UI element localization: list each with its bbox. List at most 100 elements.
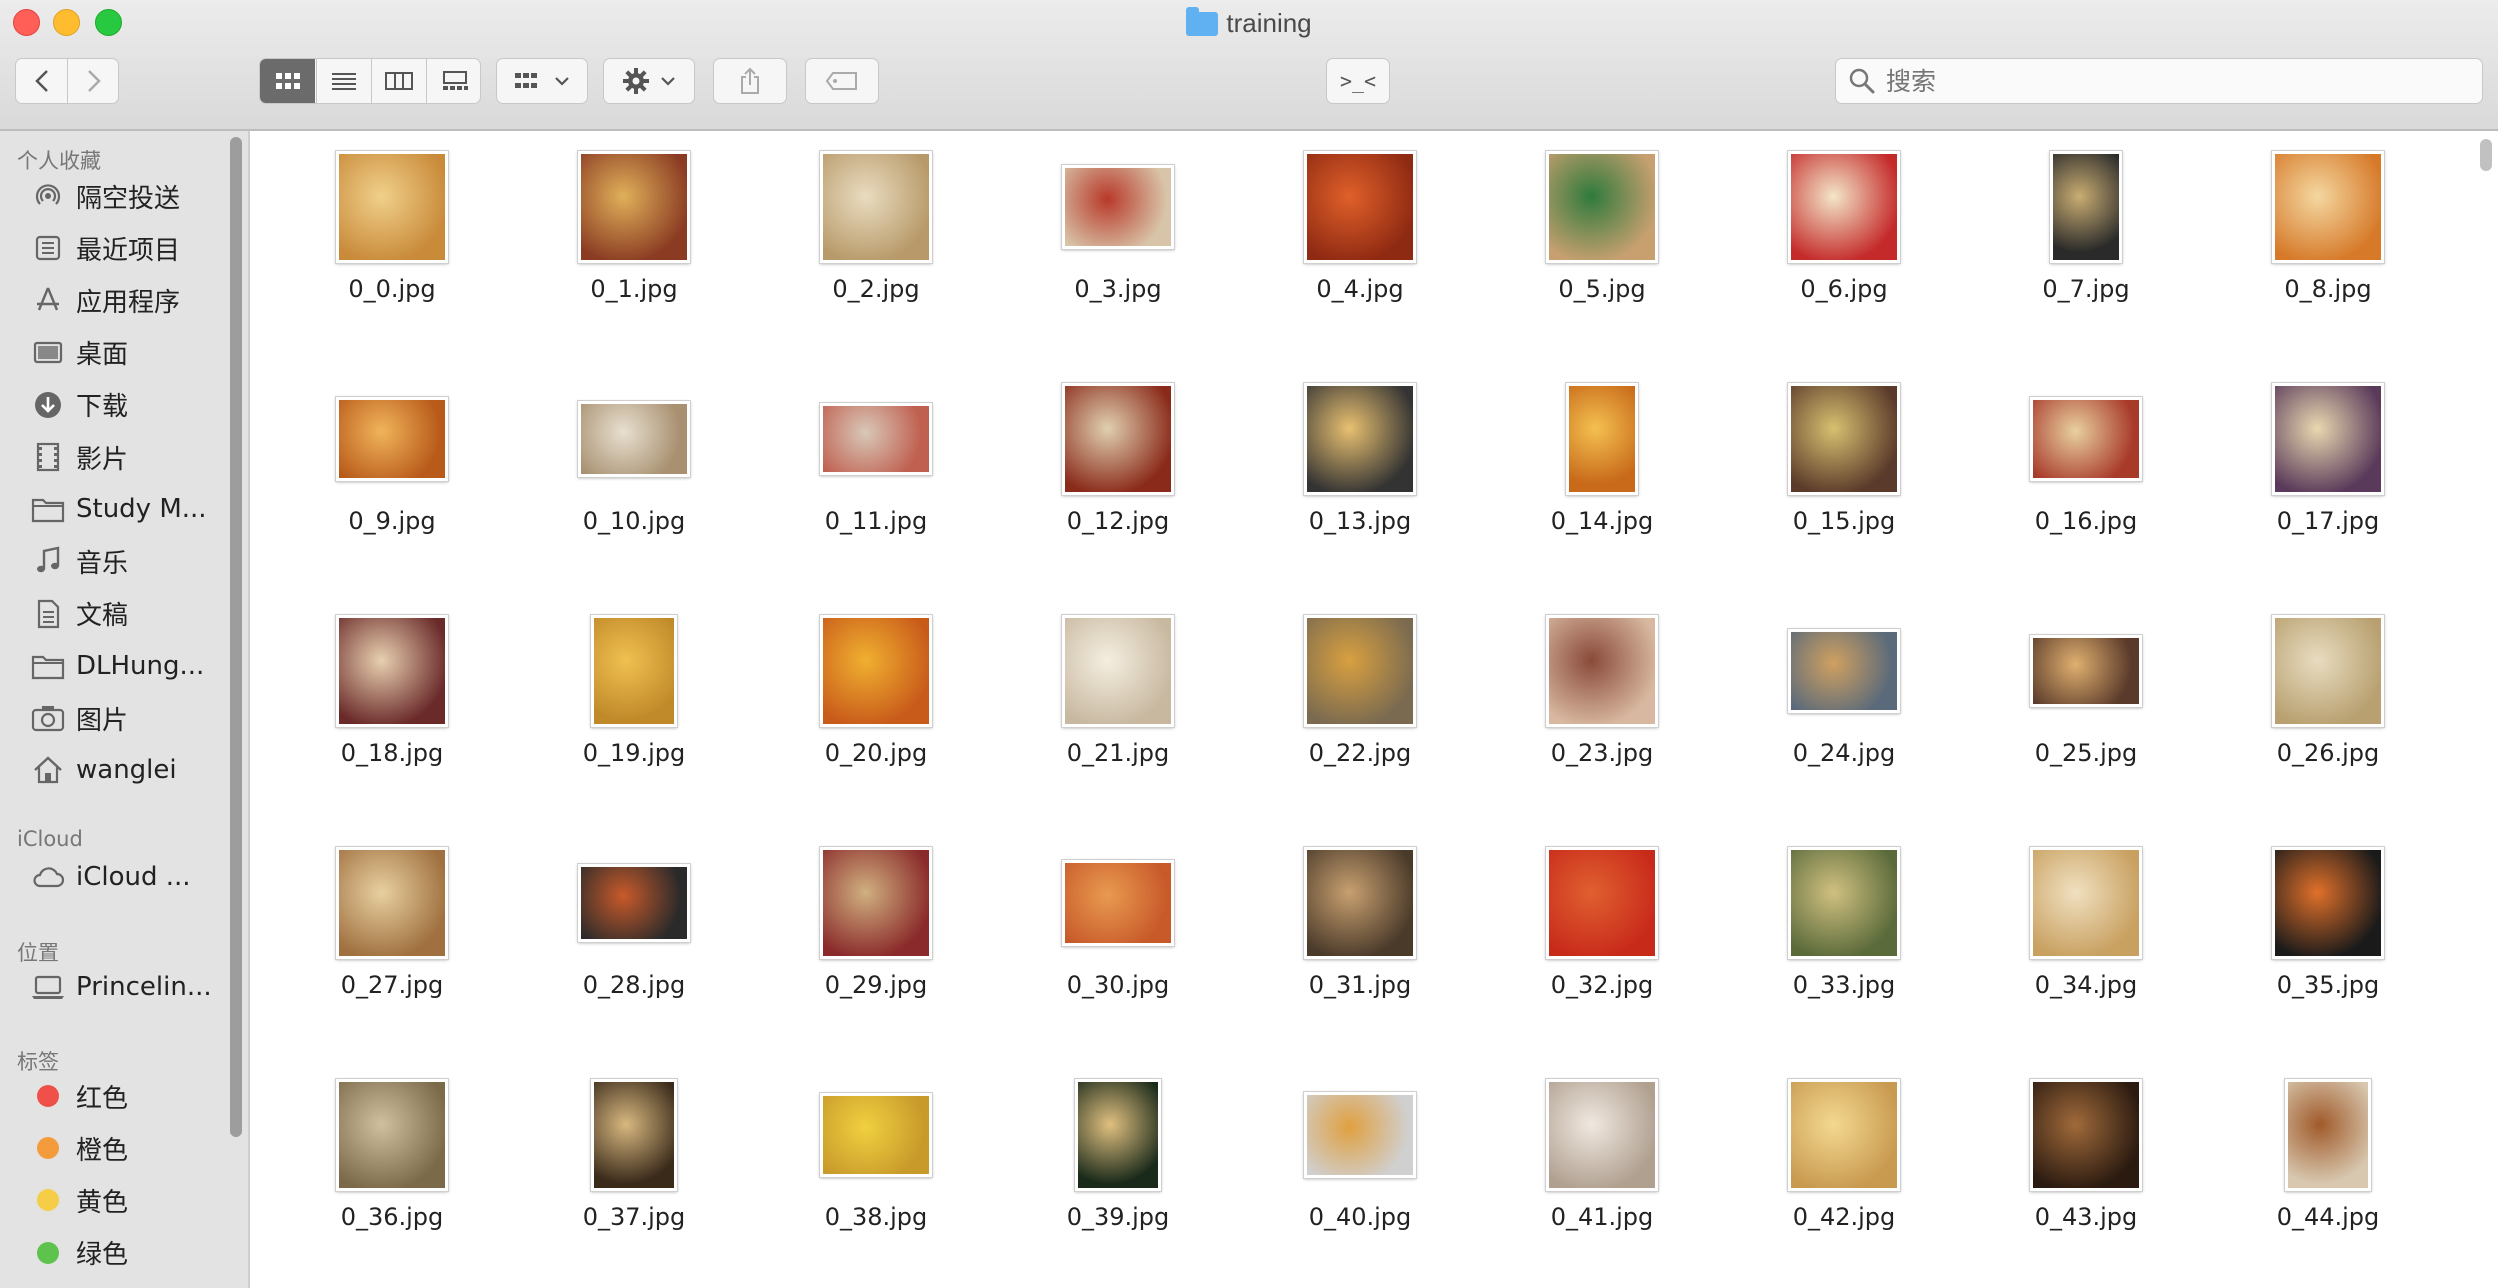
file-item[interactable]: 0_24.jpg [1744,595,1944,795]
file-item[interactable]: 0_25.jpg [1986,595,2186,795]
sidebar-item[interactable]: Princelin... [30,965,230,1009]
sidebar-item[interactable]: 音乐 [30,539,230,583]
list-view-button[interactable] [316,59,371,103]
gallery-icon [442,71,468,90]
column-view-button[interactable] [371,59,426,103]
image-thumbnail [1304,615,1416,727]
file-item[interactable]: 0_26.jpg [2228,595,2428,795]
sidebar-item[interactable]: 图片 [30,696,230,740]
file-item[interactable]: 0_33.jpg [1744,827,1944,1027]
forward-button[interactable] [68,59,119,103]
sidebar-item[interactable]: iCloud ... [30,855,230,899]
file-name: 0_16.jpg [2034,507,2138,535]
file-item[interactable]: 0_9.jpg [292,363,492,563]
gallery-view-button[interactable] [426,59,480,103]
file-thumbnail-wrapper [2228,611,2428,731]
file-item[interactable]: 0_6.jpg [1744,131,1944,331]
file-item[interactable]: 0_27.jpg [292,827,492,1027]
file-item[interactable]: 0_0.jpg [292,131,492,331]
file-item[interactable]: 0_35.jpg [2228,827,2428,1027]
file-item[interactable]: 0_5.jpg [1502,131,1702,331]
file-thumbnail-wrapper [1260,1075,1460,1195]
file-item[interactable]: 0_39.jpg [1018,1059,1218,1259]
group-by-button[interactable] [496,58,588,104]
content-scrollbar[interactable] [2480,139,2492,171]
file-item[interactable]: 0_22.jpg [1260,595,1460,795]
sidebar-item[interactable]: 黄色 [30,1178,230,1222]
file-thumbnail-wrapper [1744,611,1944,731]
file-item[interactable]: 0_20.jpg [776,595,976,795]
file-item[interactable]: 0_3.jpg [1018,131,1218,331]
sidebar-item-label: 绿色 [76,1240,129,1271]
file-item[interactable]: 0_34.jpg [1986,827,2186,1027]
terminal-button[interactable]: >_< [1326,58,1390,104]
sidebar-item[interactable]: 文稿 [30,592,230,636]
search-input[interactable] [1884,65,2468,97]
file-item[interactable]: 0_29.jpg [776,827,976,1027]
file-thumbnail-wrapper [534,843,734,963]
image-thumbnail [336,847,448,959]
file-item[interactable]: 0_11.jpg [776,363,976,563]
file-item[interactable]: 0_10.jpg [534,363,734,563]
file-item[interactable]: 0_19.jpg [534,595,734,795]
file-item[interactable]: 0_36.jpg [292,1059,492,1259]
share-button[interactable] [713,58,787,104]
file-thumbnail-wrapper [776,843,976,963]
file-item[interactable]: 0_42.jpg [1744,1059,1944,1259]
view-mode-control [259,58,481,104]
sidebar-item[interactable]: 隔空投送 [30,174,230,218]
file-name: 0_36.jpg [340,1203,444,1231]
file-item[interactable]: 0_12.jpg [1018,363,1218,563]
icon-view-button[interactable] [260,59,315,103]
image-thumbnail [578,401,690,477]
image-thumbnail [2030,397,2142,481]
file-name: 0_22.jpg [1308,739,1412,767]
file-item[interactable]: 0_21.jpg [1018,595,1218,795]
file-item[interactable]: 0_43.jpg [1986,1059,2186,1259]
search-field[interactable] [1835,58,2483,104]
file-item[interactable]: 0_30.jpg [1018,827,1218,1027]
action-menu-button[interactable] [603,58,695,104]
sidebar-item[interactable]: 橙色 [30,1126,230,1170]
file-item[interactable]: 0_7.jpg [1986,131,2186,331]
sidebar-item[interactable]: 红色 [30,1074,230,1118]
edit-tags-button[interactable] [805,58,879,104]
image-thumbnail [2030,635,2142,707]
file-item[interactable]: 0_44.jpg [2228,1059,2428,1259]
sidebar-item[interactable]: 桌面 [30,331,230,375]
file-item[interactable]: 0_28.jpg [534,827,734,1027]
sidebar-item[interactable]: DLHung... [30,644,230,688]
file-item[interactable]: 0_41.jpg [1502,1059,1702,1259]
file-item[interactable]: 0_37.jpg [534,1059,734,1259]
sidebar-item[interactable]: 绿色 [30,1231,230,1275]
file-item[interactable]: 0_17.jpg [2228,363,2428,563]
file-name: 0_44.jpg [2276,1203,2380,1231]
sidebar-item[interactable]: 影片 [30,435,230,479]
file-name: 0_42.jpg [1792,1203,1896,1231]
file-item[interactable]: 0_1.jpg [534,131,734,331]
sidebar-item[interactable]: wanglei [30,748,230,792]
file-item[interactable]: 0_23.jpg [1502,595,1702,795]
file-thumbnail-wrapper [1018,379,1218,499]
file-item[interactable]: 0_14.jpg [1502,363,1702,563]
file-item[interactable]: 0_4.jpg [1260,131,1460,331]
file-item[interactable]: 0_8.jpg [2228,131,2428,331]
sidebar-item[interactable]: Study M... [30,487,230,531]
file-item[interactable]: 0_32.jpg [1502,827,1702,1027]
file-item[interactable]: 0_31.jpg [1260,827,1460,1027]
sidebar-section-heading: iCloud [17,827,83,851]
file-item[interactable]: 0_18.jpg [292,595,492,795]
sidebar-item[interactable]: 最近项目 [30,226,230,270]
file-item[interactable]: 0_2.jpg [776,131,976,331]
file-item[interactable]: 0_16.jpg [1986,363,2186,563]
file-name: 0_43.jpg [2034,1203,2138,1231]
sidebar-item[interactable]: 应用程序 [30,278,230,322]
tag-dot-icon [30,1078,66,1114]
file-item[interactable]: 0_15.jpg [1744,363,1944,563]
sidebar-scrollbar[interactable] [230,137,242,1137]
sidebar-item[interactable]: 下载 [30,383,230,427]
back-button[interactable] [16,59,68,103]
file-item[interactable]: 0_13.jpg [1260,363,1460,563]
file-item[interactable]: 0_40.jpg [1260,1059,1460,1259]
file-item[interactable]: 0_38.jpg [776,1059,976,1259]
